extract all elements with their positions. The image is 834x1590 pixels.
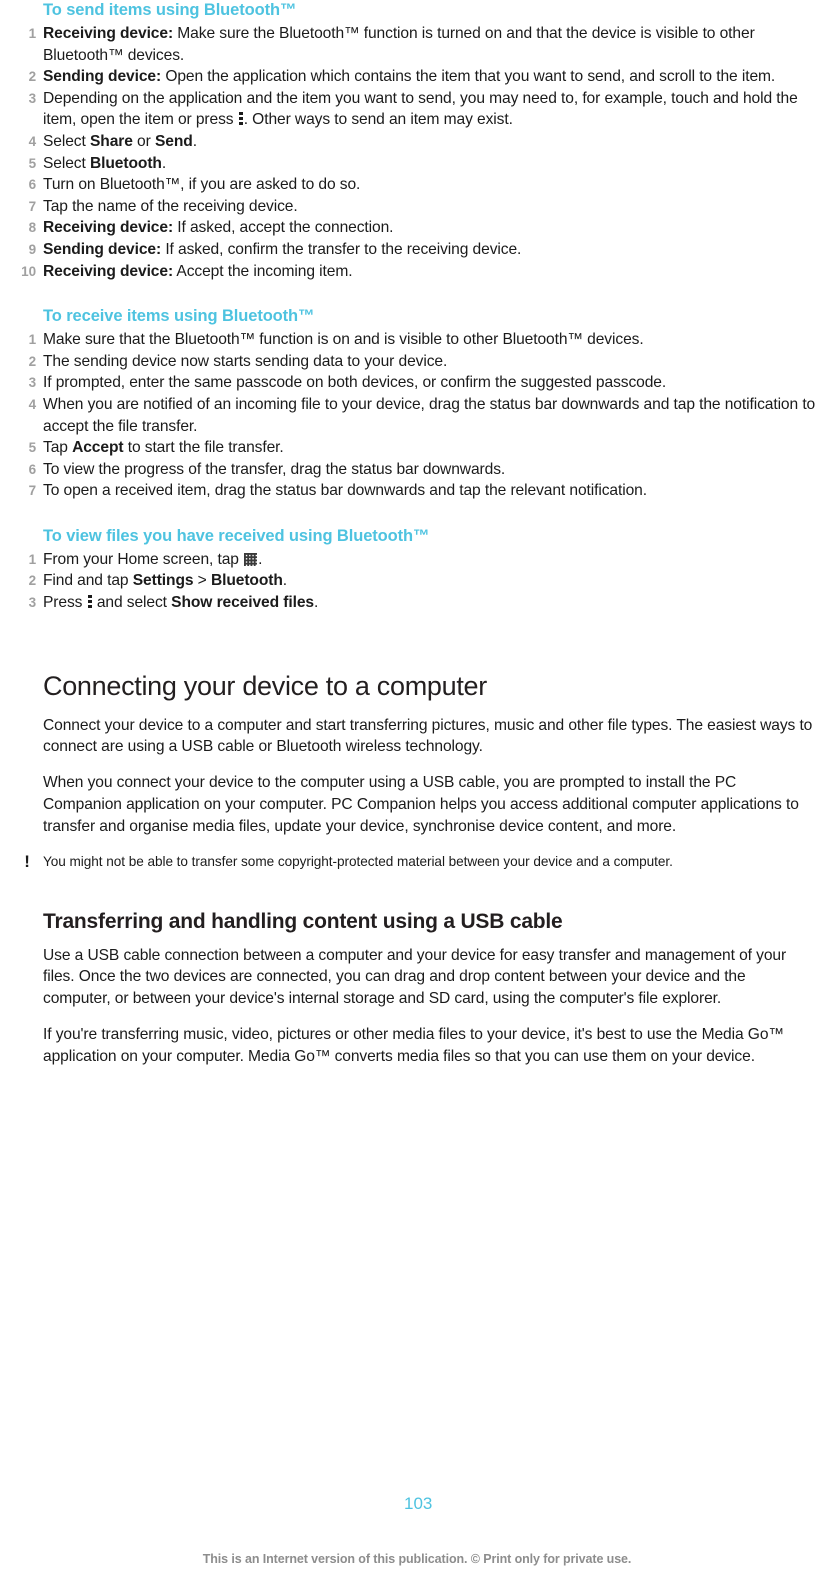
list-item: Depending on the application and the ite…: [12, 88, 822, 131]
steps-list-send-items: Receiving device: Make sure the Bluetoot…: [12, 23, 822, 282]
note-block: ! You might not be able to transfer some…: [12, 852, 822, 871]
list-item: Select Share or Send.: [12, 131, 822, 153]
footer-disclaimer: This is an Internet version of this publ…: [202, 1552, 632, 1566]
step-text: From your Home screen, tap: [43, 550, 244, 568]
step-emphasis: Accept: [72, 439, 124, 457]
kebab-menu-icon: [238, 112, 243, 126]
step-lead: Receiving device:: [43, 219, 174, 237]
step-emphasis: Share: [89, 132, 133, 150]
step-text: >: [193, 572, 211, 590]
list-item: Select Bluetooth.: [12, 153, 822, 175]
step-text: to start the file transfer.: [123, 439, 284, 457]
step-text: If asked, confirm the transfer to the re…: [161, 240, 522, 258]
note-text: You might not be able to transfer some c…: [43, 853, 673, 869]
list-item: Tap Accept to start the file transfer.: [12, 437, 822, 459]
list-item: To view the progress of the transfer, dr…: [12, 459, 822, 481]
list-item: Sending device: If asked, confirm the tr…: [12, 239, 822, 261]
step-text: To view the progress of the transfer, dr…: [43, 460, 506, 478]
paragraph: Use a USB cable connection between a com…: [43, 946, 787, 1008]
step-text: .: [192, 132, 197, 150]
exclamation-icon: !: [24, 851, 30, 871]
step-text: Press: [43, 594, 87, 612]
page-title-connecting: Connecting your device to a computer: [43, 670, 487, 701]
step-text: Tap: [43, 439, 73, 457]
step-emphasis: Show received files: [171, 594, 314, 612]
list-item: Turn on Bluetooth™, if you are asked to …: [12, 174, 822, 196]
step-text: Turn on Bluetooth™, if you are asked to …: [43, 176, 361, 194]
list-item: Receiving device: Make sure the Bluetoot…: [12, 23, 822, 66]
list-item: Press and select Show received files.: [12, 592, 822, 614]
step-text: and select: [92, 594, 172, 612]
list-item: From your Home screen, tap .: [12, 549, 822, 571]
procedure-heading-send-items: To send items using Bluetooth™: [43, 1, 297, 19]
step-text: Find and tap: [43, 572, 133, 590]
list-item: Receiving device: Accept the incoming it…: [12, 261, 822, 283]
step-emphasis: Send: [154, 132, 193, 150]
list-item: Find and tap Settings > Bluetooth.: [12, 570, 822, 592]
list-item: Tap the name of the receiving device.: [12, 196, 822, 218]
step-text: Make sure that the Bluetooth™ function i…: [43, 331, 644, 349]
step-text: If asked, accept the connection.: [173, 219, 394, 237]
steps-list-receive-items: Make sure that the Bluetooth™ function i…: [12, 329, 822, 502]
section-heading-transferring: Transferring and handling content using …: [43, 909, 563, 933]
step-text: Select: [43, 154, 90, 172]
list-item: The sending device now starts sending da…: [12, 351, 822, 373]
paragraph: If you're transferring music, video, pic…: [43, 1026, 784, 1065]
step-text: If prompted, enter the same passcode on …: [43, 374, 667, 392]
paragraph: When you connect your device to the comp…: [43, 774, 799, 835]
step-emphasis: Bluetooth: [210, 572, 283, 590]
step-text: .: [161, 154, 167, 172]
step-text: .: [258, 550, 263, 568]
page-number: 103: [404, 1494, 433, 1513]
step-text: .: [282, 572, 288, 590]
step-emphasis: Settings: [132, 572, 194, 590]
procedure-heading-view-files: To view files you have received using Bl…: [43, 526, 430, 545]
step-text: . Other ways to send an item may exist.: [243, 111, 513, 129]
step-text: Open the application which contains the …: [161, 68, 776, 86]
step-text: Select: [43, 132, 90, 150]
steps-list-view-files: From your Home screen, tap . Find and ta…: [12, 549, 822, 614]
app-grid-icon: [244, 552, 258, 566]
procedure-heading-receive-items: To receive items using Bluetooth™: [43, 307, 315, 326]
step-text: To open a received item, drag the status…: [43, 482, 647, 500]
list-item: If prompted, enter the same passcode on …: [12, 372, 822, 394]
step-lead: Sending device:: [43, 240, 162, 258]
list-item: Receiving device: If asked, accept the c…: [12, 217, 822, 239]
paragraph: Connect your device to a computer and st…: [43, 716, 813, 756]
step-lead: Receiving device:: [43, 25, 174, 42]
step-emphasis: Bluetooth: [89, 154, 162, 172]
list-item: Make sure that the Bluetooth™ function i…: [12, 329, 822, 351]
step-lead: Receiving device:: [43, 262, 174, 280]
list-item: To open a received item, drag the status…: [12, 480, 822, 502]
step-text: The sending device now starts sending da…: [43, 352, 448, 370]
step-text: Accept the incoming item.: [173, 262, 353, 280]
kebab-menu-icon: [87, 595, 92, 609]
step-text: Tap the name of the receiving device.: [43, 197, 298, 215]
list-item: When you are notified of an incoming fil…: [12, 394, 822, 437]
document-page: To send items using Bluetooth™ Receiving…: [0, 0, 834, 1590]
step-text: When you are notified of an incoming fil…: [43, 395, 816, 435]
step-text: .: [314, 594, 319, 612]
step-lead: Sending device:: [43, 68, 162, 86]
step-text: or: [132, 132, 155, 150]
list-item: Sending device: Open the application whi…: [12, 66, 822, 88]
